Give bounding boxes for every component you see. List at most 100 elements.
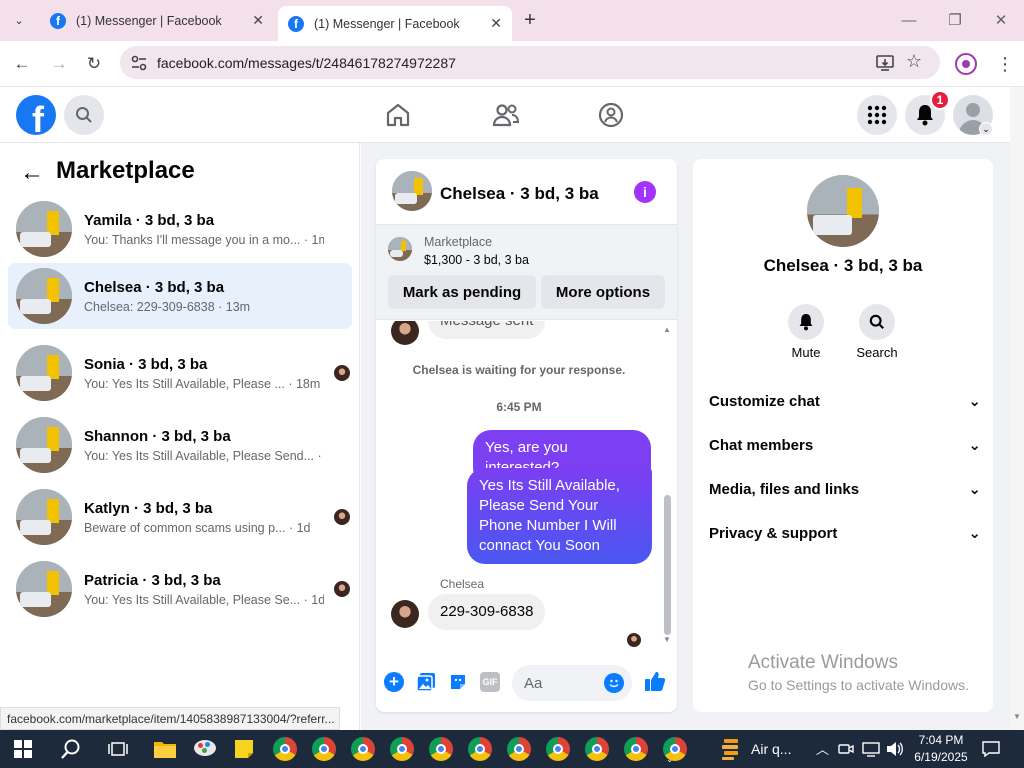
- scroll-down-arrow-icon[interactable]: ▼: [1013, 712, 1021, 721]
- search-icon: [869, 314, 884, 329]
- conversation-preview: You: Thanks I'll message you in a mo... …: [84, 232, 324, 247]
- search-icon: [76, 107, 92, 123]
- chrome-taskbar-icon[interactable]: [426, 735, 456, 763]
- url-text[interactable]: facebook.com/messages/t/2484617827497228…: [157, 55, 456, 71]
- emoji-icon[interactable]: [604, 673, 624, 693]
- gif-icon[interactable]: GIF: [480, 672, 500, 692]
- restore-window-icon[interactable]: ❐: [940, 8, 970, 32]
- listing-thumbnail[interactable]: [388, 237, 412, 261]
- conversation-item[interactable]: Sonia · 3 bd, 3 ba You: Yes Its Still Ava…: [8, 340, 352, 406]
- chat-avatar[interactable]: [392, 171, 432, 211]
- chrome-taskbar-icon[interactable]: [270, 735, 300, 763]
- sticker-icon[interactable]: [448, 672, 468, 692]
- chrome-taskbar-icon[interactable]: [348, 735, 378, 763]
- conversation-item[interactable]: Chelsea · 3 bd, 3 ba Chelsea: 229-309-683…: [8, 263, 352, 329]
- taskbar-search-icon[interactable]: [60, 738, 82, 760]
- new-tab-plus-icon[interactable]: +: [518, 8, 542, 32]
- conversation-item[interactable]: Patricia · 3 bd, 3 ba You: Yes Its Still …: [8, 556, 352, 622]
- info-icon[interactable]: i: [634, 181, 656, 203]
- volume-icon[interactable]: [886, 741, 904, 757]
- conversation-item[interactable]: Yamila · 3 bd, 3 ba You: Thanks I'll mess…: [8, 196, 352, 262]
- chat-window: Chelsea · 3 bd, 3 ba i Marketplace $1,30…: [376, 159, 677, 712]
- air-quality-icon[interactable]: [720, 737, 742, 761]
- meet-now-icon[interactable]: [838, 741, 854, 757]
- minimize-window-icon[interactable]: —: [894, 8, 924, 32]
- chrome-taskbar-icon[interactable]: [543, 735, 573, 763]
- network-icon[interactable]: [862, 741, 880, 757]
- chrome-taskbar-icon[interactable]: [504, 735, 534, 763]
- message-thread[interactable]: Message sent Chelsea is waiting for your…: [376, 321, 677, 651]
- conversation-item[interactable]: Katlyn · 3 bd, 3 ba Beware of common scam…: [8, 484, 352, 550]
- browser-menu-icon[interactable]: ⋮: [996, 52, 1014, 76]
- back-arrow-icon[interactable]: ←: [20, 159, 44, 187]
- chrome-taskbar-icon[interactable]: [582, 735, 612, 763]
- file-explorer-icon[interactable]: [153, 738, 177, 760]
- close-tab-icon[interactable]: ✕: [252, 12, 264, 29]
- section-privacy-support[interactable]: Privacy & support ⌄: [709, 521, 981, 545]
- paint-app-icon[interactable]: [192, 737, 218, 761]
- scrollbar-thumb[interactable]: [664, 495, 671, 635]
- friends-icon[interactable]: [492, 102, 520, 128]
- page-scrollbar[interactable]: ▼: [1010, 87, 1024, 730]
- profile-icon[interactable]: [955, 53, 977, 75]
- clock-time[interactable]: 7:04 PM: [916, 733, 966, 747]
- section-label: Chat members: [709, 436, 814, 454]
- home-icon[interactable]: [385, 102, 411, 128]
- listing-detail[interactable]: $1,300 - 3 bd, 3 ba: [424, 253, 529, 267]
- scroll-down-arrow-icon[interactable]: ▼: [663, 635, 671, 644]
- close-window-icon[interactable]: ✕: [986, 8, 1016, 32]
- address-bar[interactable]: facebook.com/messages/t/2484617827497228…: [120, 46, 940, 79]
- groups-icon[interactable]: [598, 102, 624, 128]
- menu-button[interactable]: [857, 95, 897, 135]
- section-customize-chat[interactable]: Customize chat ⌄: [709, 389, 981, 413]
- reload-icon[interactable]: ↻: [81, 51, 107, 77]
- tab-messenger-2[interactable]: f (1) Messenger | Facebook ✕: [278, 6, 512, 41]
- back-arrow-icon[interactable]: ←: [9, 51, 35, 77]
- message-bubble-inbound[interactable]: 229-309-6838: [428, 594, 546, 630]
- tab-messenger-1[interactable]: f (1) Messenger | Facebook ✕: [40, 6, 274, 35]
- section-chat-members[interactable]: Chat members ⌄: [709, 433, 981, 457]
- chrome-taskbar-icon[interactable]: [465, 735, 495, 763]
- browser-toolbar: ← → ↻ facebook.com/messages/t/2484617827…: [0, 41, 1024, 87]
- chevron-down-icon: ⌄: [968, 437, 981, 454]
- bell-icon: [917, 105, 933, 126]
- mute-button[interactable]: [788, 304, 824, 340]
- facebook-logo-icon[interactable]: f: [16, 95, 56, 135]
- install-app-icon[interactable]: [875, 53, 895, 73]
- site-settings-icon[interactable]: [130, 54, 148, 72]
- chelsea-avatar[interactable]: [391, 600, 419, 628]
- task-view-icon[interactable]: [108, 740, 128, 758]
- thumbs-up-icon[interactable]: [644, 670, 666, 692]
- message-bubble-outbound[interactable]: Yes Its Still Available, Please Send You…: [467, 468, 652, 564]
- chrome-taskbar-icon[interactable]: [660, 735, 690, 763]
- weather-text[interactable]: Air q...: [751, 741, 791, 757]
- search-in-chat-button[interactable]: [859, 304, 895, 340]
- conversation-item[interactable]: Shannon · 3 bd, 3 ba You: Yes Its Still A…: [8, 412, 352, 478]
- search-button[interactable]: [64, 95, 104, 135]
- section-media-files-links[interactable]: Media, files and links ⌄: [709, 477, 981, 501]
- scroll-up-arrow-icon[interactable]: ▲: [663, 325, 671, 334]
- windows-start-icon[interactable]: [14, 740, 32, 758]
- chrome-taskbar-icon[interactable]: [621, 735, 651, 763]
- message-bubble-inbound[interactable]: Message sent: [428, 321, 546, 339]
- photo-icon[interactable]: [416, 672, 436, 692]
- clock-date[interactable]: 6/19/2025: [912, 750, 970, 764]
- sticky-notes-icon[interactable]: [233, 738, 255, 760]
- tab-search-chevron-icon[interactable]: ⌄: [8, 10, 30, 30]
- details-avatar[interactable]: [807, 175, 879, 247]
- chat-title[interactable]: Chelsea · 3 bd, 3 ba: [440, 184, 599, 204]
- plus-circle-icon[interactable]: +: [384, 672, 404, 692]
- notification-center-icon[interactable]: [982, 740, 1000, 758]
- chrome-taskbar-icon[interactable]: [309, 735, 339, 763]
- message-input[interactable]: Aa: [512, 665, 632, 701]
- more-options-button[interactable]: More options: [541, 275, 665, 309]
- account-chevron-down-icon[interactable]: ⌄: [979, 122, 993, 136]
- section-label: Privacy & support: [709, 524, 838, 542]
- chelsea-avatar[interactable]: [391, 321, 419, 345]
- bookmark-star-icon[interactable]: ☆: [906, 51, 922, 72]
- mark-as-pending-button[interactable]: Mark as pending: [388, 275, 536, 309]
- tray-chevron-up-icon[interactable]: ︿: [816, 739, 829, 758]
- forward-arrow-icon[interactable]: →: [46, 51, 72, 77]
- chrome-taskbar-icon[interactable]: [387, 735, 417, 763]
- close-tab-icon[interactable]: ✕: [490, 15, 502, 32]
